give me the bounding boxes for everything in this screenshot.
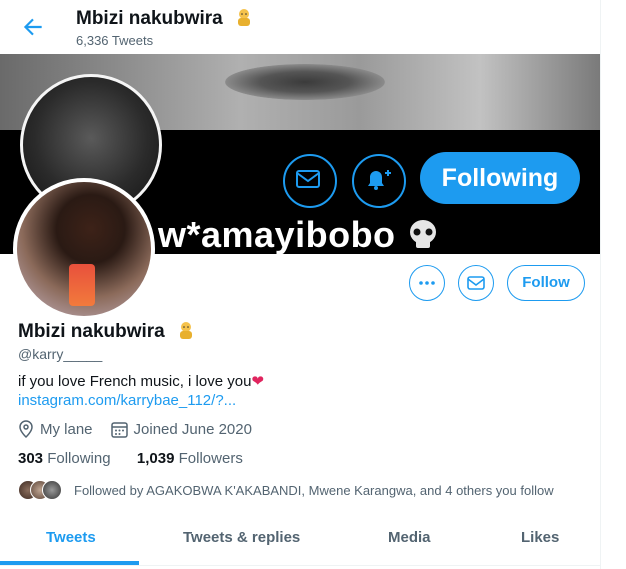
followers-link[interactable]: 1,039 Followers [137, 450, 243, 467]
banner-following-label: Following [420, 152, 580, 204]
profile-joined-date: Joined June 2020 [133, 420, 252, 438]
following-link[interactable]: 303 Following [18, 450, 111, 467]
followers-count: 1,039 [136, 450, 175, 467]
profile-tabs: Tweets Tweets & replies Media Likes [0, 515, 600, 566]
follow-button[interactable]: Follow [507, 265, 585, 301]
active-tab-indicator [0, 561, 139, 565]
mail-icon [467, 276, 485, 290]
profile-avatar[interactable] [13, 178, 155, 320]
profile-website-link[interactable]: instagram.com/karrybae_112/?... [18, 392, 236, 409]
banner-lips-graphic [225, 64, 385, 100]
followed-by-text: Followed by AGAKOBWA K'AKABANDI, Mwene K… [74, 482, 554, 498]
banner-bell-plus-icon [368, 170, 391, 190]
following-label: Following [47, 450, 111, 467]
followers-label: Followers [178, 450, 243, 467]
banner-text-label: w*amayibobo [158, 214, 396, 254]
profile-page: Mbizi nakubwira 6,336 Tweets Following w… [0, 0, 601, 569]
profile-name-text: Mbizi nakubwira [18, 321, 165, 342]
calendar-icon [110, 421, 128, 438]
following-count: 303 [18, 450, 44, 467]
tweet-count: 6,336 Tweets [76, 33, 154, 48]
woman-gesturing-emoji-icon [180, 322, 193, 339]
avatar-drink-graphic [69, 264, 95, 306]
profile-meta: My lane Joined June 2020 [18, 420, 252, 438]
header-title: Mbizi nakubwira [76, 7, 254, 30]
tab-tweets[interactable]: Tweets [46, 529, 96, 546]
followed-by-row[interactable]: Followed by AGAKOBWA K'AKABANDI, Mwene K… [18, 480, 554, 500]
profile-stats: 303 Following 1,039 Followers [18, 450, 243, 467]
banner-notify-ring [352, 154, 406, 208]
banner-mail-ring [283, 154, 337, 208]
heart-emoji-icon: ❤ [251, 373, 265, 390]
skull-emoji-icon [406, 218, 440, 248]
back-arrow-icon[interactable] [20, 14, 46, 40]
tab-media[interactable]: Media [388, 529, 431, 546]
location-pin-icon [19, 420, 33, 438]
tab-likes[interactable]: Likes [521, 529, 559, 546]
follower-avatar [42, 480, 62, 500]
profile-location: My lane [40, 420, 93, 438]
header-title-text: Mbizi nakubwira [76, 8, 223, 29]
profile-header: Mbizi nakubwira 6,336 Tweets [0, 0, 600, 54]
banner-mail-icon [296, 170, 320, 188]
woman-gesturing-emoji-icon [238, 9, 251, 26]
more-button[interactable] [409, 265, 445, 301]
more-icon [419, 281, 435, 285]
tab-tweets-replies[interactable]: Tweets & replies [183, 529, 300, 546]
profile-name: Mbizi nakubwira [18, 320, 196, 343]
profile-handle: @karry_____ [18, 346, 103, 362]
profile-bio-text: if you love French music, i love you [18, 373, 252, 390]
banner-text: w*amayibobo [158, 214, 440, 254]
message-button[interactable] [458, 265, 494, 301]
profile-bio: if you love French music, i love you❤ [18, 372, 264, 390]
